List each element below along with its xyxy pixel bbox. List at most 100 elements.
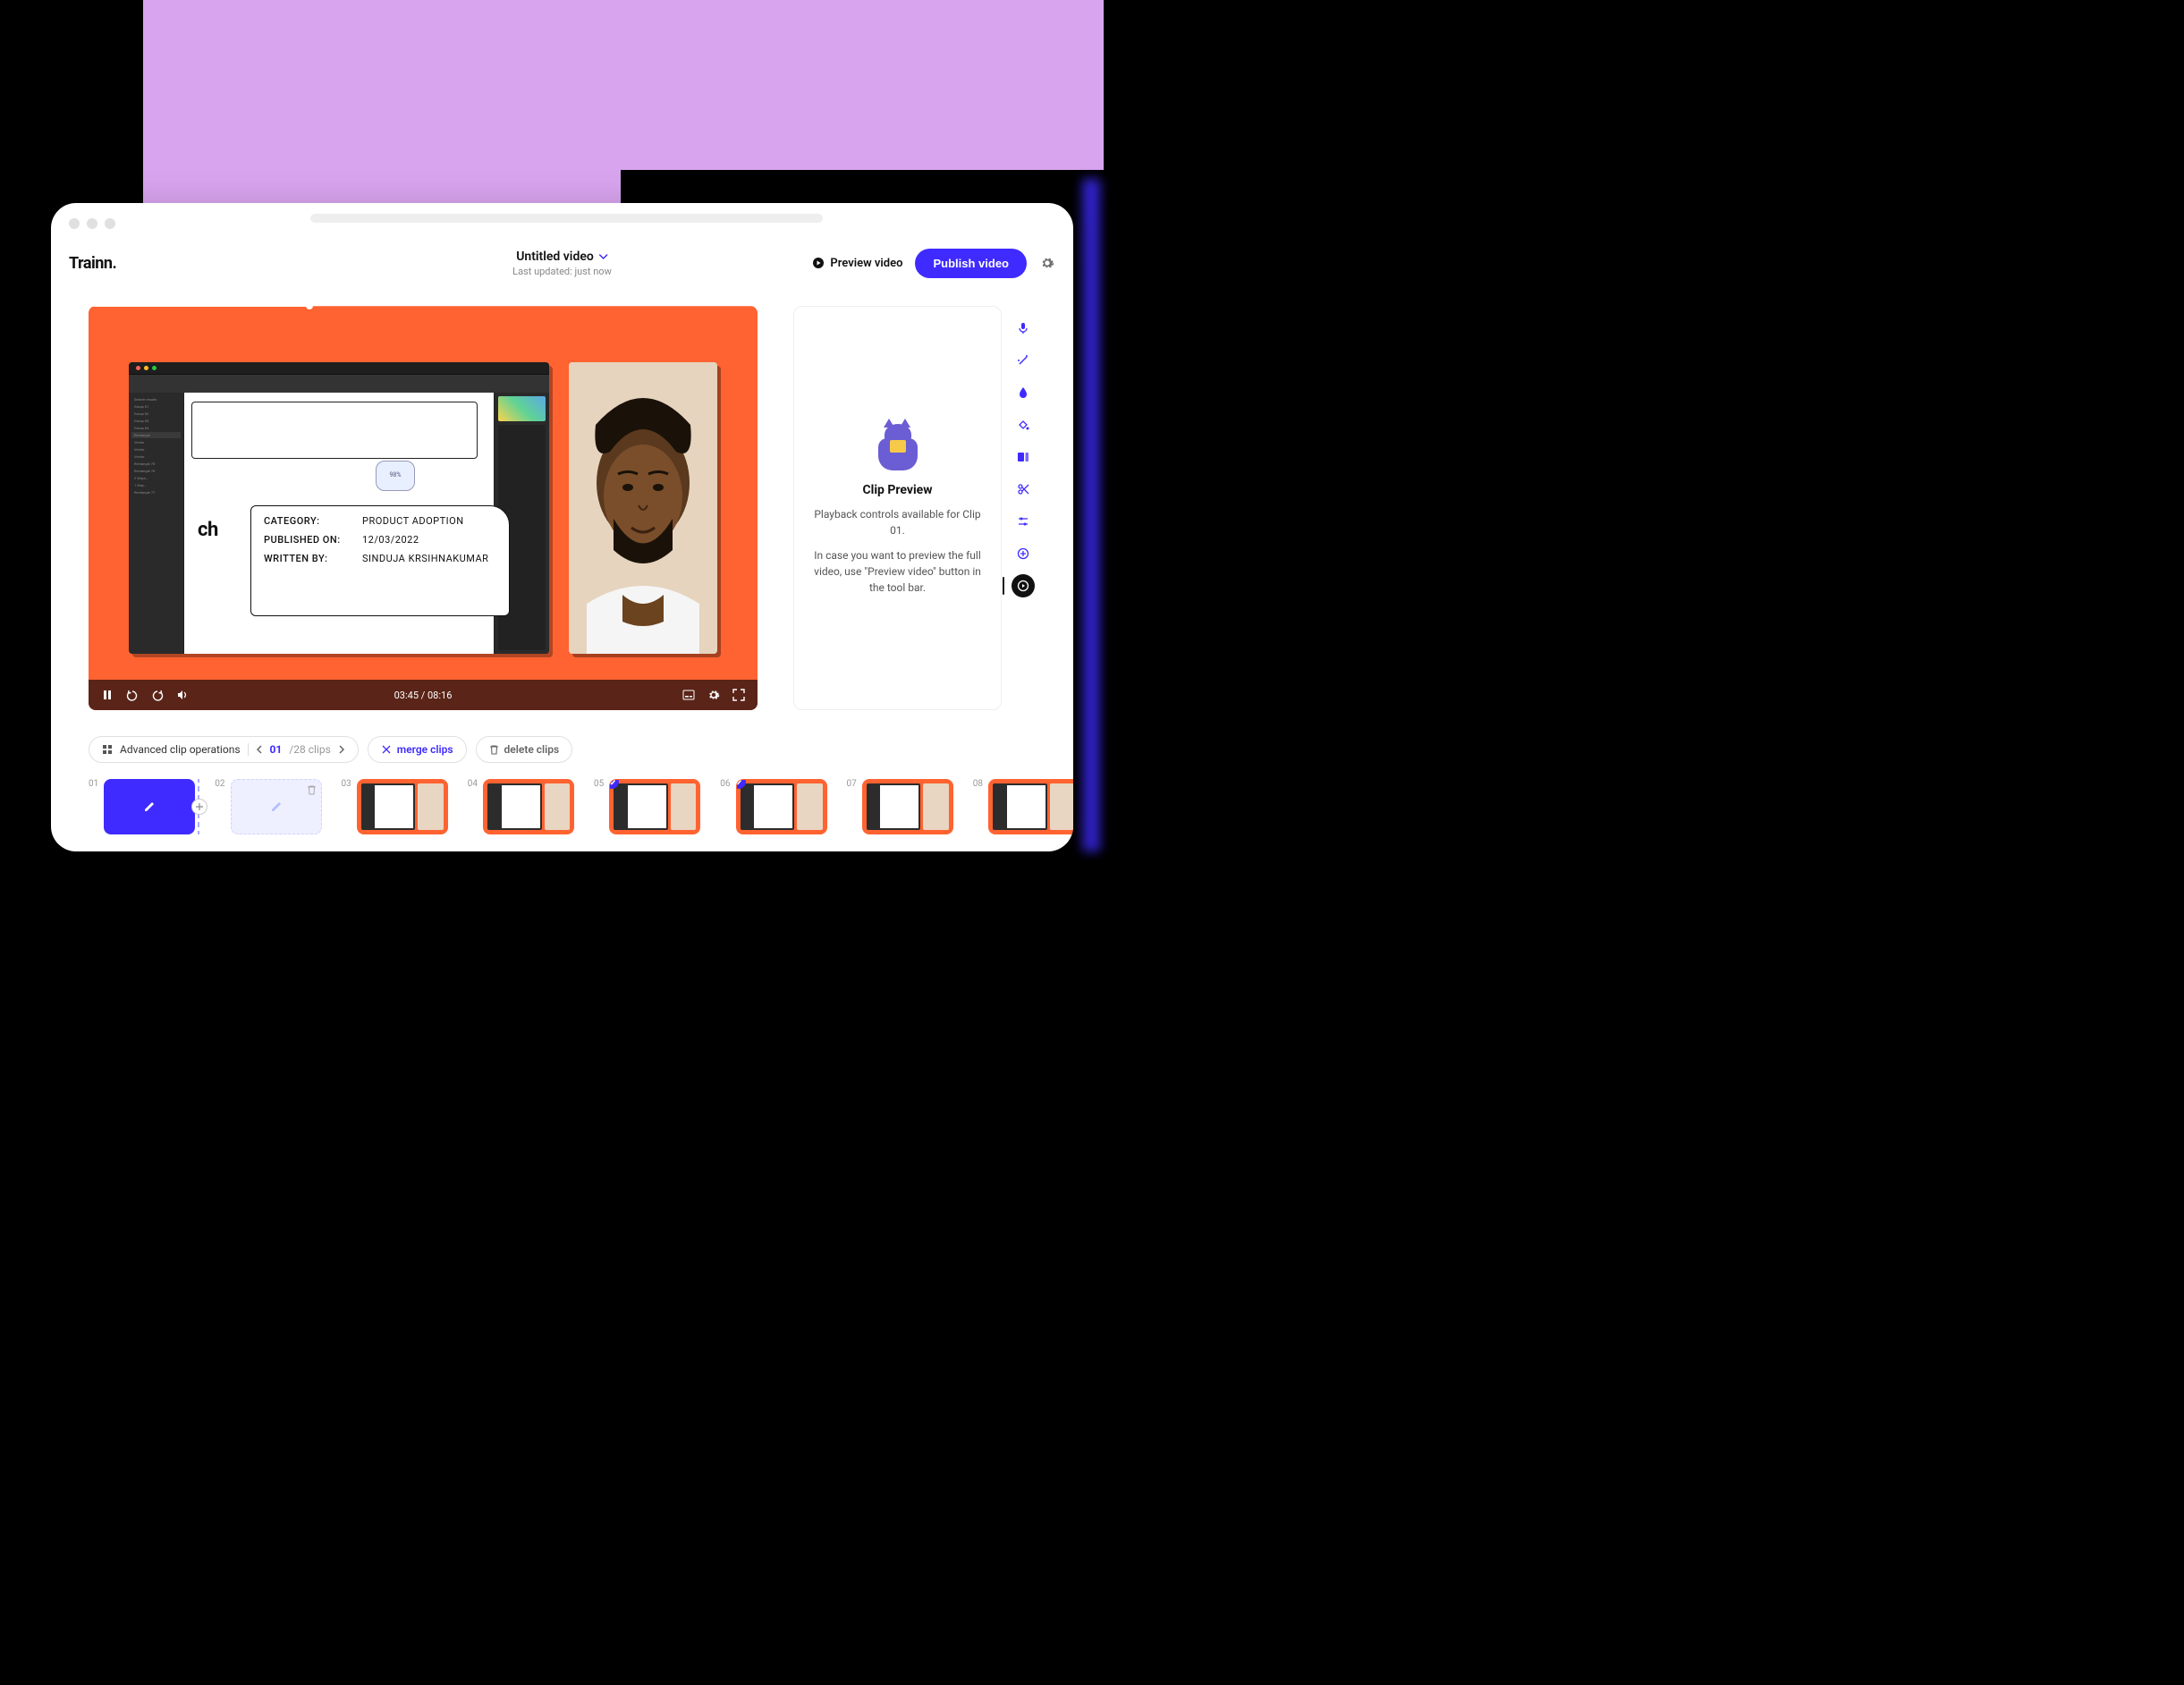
app-window: Trainn Untitled video Last updated: just… xyxy=(51,203,1073,851)
clip-card-02[interactable] xyxy=(231,779,322,834)
clip-slot-06: 06 xyxy=(720,779,826,834)
layout-icon xyxy=(1017,451,1029,463)
delete-clips-button[interactable]: delete clips xyxy=(476,736,573,763)
clip-card-08[interactable] xyxy=(988,779,1073,834)
droplet-icon xyxy=(1017,386,1029,399)
title-block: Untitled video Last updated: just now xyxy=(512,250,612,277)
clips-row: 01 02 03 xyxy=(89,779,1073,834)
preview-video-label: Preview video xyxy=(830,257,902,270)
trash-icon xyxy=(307,784,317,795)
paint-bucket-icon xyxy=(1017,419,1029,431)
player-controls: 03:45 / 08:16 xyxy=(89,680,758,710)
trash-icon xyxy=(489,744,499,755)
settings-button[interactable] xyxy=(1039,255,1055,271)
tool-voice[interactable] xyxy=(1012,317,1035,340)
background-blue-glow xyxy=(1082,179,1100,851)
clip-slot-03: 03 xyxy=(342,779,448,834)
sliders-icon xyxy=(1017,515,1029,528)
merge-clips-label: merge clips xyxy=(397,743,453,756)
window-titlebar xyxy=(51,203,1073,244)
preview-video-link[interactable]: Preview video xyxy=(812,257,902,270)
clip-card-04[interactable] xyxy=(483,779,574,834)
play-outline-icon xyxy=(1017,580,1029,592)
video-title[interactable]: Untitled video xyxy=(516,250,594,264)
brand-logo: Trainn xyxy=(69,254,116,273)
current-clip-number: 01 xyxy=(270,743,283,756)
tool-adjust[interactable] xyxy=(1012,510,1035,533)
clip-slot-08: 08 xyxy=(973,779,1073,834)
player-thumb[interactable] xyxy=(306,306,313,309)
clip-card-03[interactable] xyxy=(357,779,448,834)
chevron-right-icon xyxy=(338,745,345,754)
prev-clip-button[interactable] xyxy=(256,745,263,754)
screen-recording-preview: Search results Group 01 Group 02 Group 0… xyxy=(129,362,549,654)
traffic-close[interactable] xyxy=(69,218,80,229)
next-clip-button[interactable] xyxy=(338,745,345,754)
clip-number: 07 xyxy=(847,779,857,789)
clip-preview-title: Clip Preview xyxy=(862,483,932,497)
advanced-ops-label: Advanced clip operations xyxy=(120,743,241,756)
gear-icon xyxy=(1040,256,1054,270)
tool-preview[interactable] xyxy=(1012,574,1035,597)
fullscreen-button[interactable] xyxy=(732,689,745,701)
traffic-lights xyxy=(69,218,115,229)
url-bar[interactable] xyxy=(310,214,823,223)
stat-badge: 98% xyxy=(376,461,415,491)
scissors-icon xyxy=(1017,483,1029,495)
forward-button[interactable] xyxy=(151,689,164,701)
rewind-button[interactable] xyxy=(126,689,139,701)
chevron-down-icon[interactable] xyxy=(599,252,608,261)
traffic-min[interactable] xyxy=(87,218,97,229)
meta-heading: ch xyxy=(198,519,218,541)
edit-icon xyxy=(142,800,157,814)
total-clips: /28 clips xyxy=(289,743,330,756)
clip-delete-button[interactable] xyxy=(307,784,317,795)
tool-layout[interactable] xyxy=(1012,445,1035,469)
clip-number: 06 xyxy=(720,779,730,789)
merge-icon xyxy=(381,744,392,755)
tool-add[interactable] xyxy=(1012,542,1035,565)
player-track-fill xyxy=(89,306,309,307)
clip-number: 04 xyxy=(468,779,478,789)
video-player: Search results Group 01 Group 02 Group 0… xyxy=(89,306,758,710)
clip-number: 03 xyxy=(342,779,351,789)
clip-slot-02: 02 xyxy=(215,779,321,834)
clip-slot-04: 04 xyxy=(468,779,574,834)
tool-fill[interactable] xyxy=(1012,413,1035,436)
clip-number: 05 xyxy=(594,779,604,789)
microphone-icon xyxy=(1017,322,1029,334)
advanced-icon xyxy=(102,744,113,755)
publish-button[interactable]: Publish video xyxy=(915,249,1027,278)
clip-slot-01: 01 xyxy=(89,779,195,834)
clip-slot-07: 07 xyxy=(847,779,953,834)
pause-button[interactable] xyxy=(101,689,114,701)
captions-button[interactable] xyxy=(682,689,695,701)
clip-number: 02 xyxy=(215,779,224,789)
cat-illustration xyxy=(873,420,923,470)
chevron-left-icon xyxy=(256,745,263,754)
merge-clips-button[interactable]: merge clips xyxy=(368,736,467,763)
clip-slot-05: 05 xyxy=(594,779,700,834)
clip-card-01[interactable] xyxy=(104,779,195,834)
clip-preview-text-2: In case you want to preview the full vid… xyxy=(812,547,983,596)
player-settings-button[interactable] xyxy=(707,689,720,701)
advanced-ops-chip[interactable]: Advanced clip operations 01 /28 clips xyxy=(89,736,359,763)
wand-icon xyxy=(1017,354,1029,367)
tool-blur[interactable] xyxy=(1012,381,1035,404)
volume-button[interactable] xyxy=(176,689,189,701)
clip-card-05[interactable] xyxy=(609,779,700,834)
tool-rail xyxy=(1011,306,1036,710)
tool-wand[interactable] xyxy=(1012,349,1035,372)
clip-number: 08 xyxy=(973,779,983,789)
clip-card-07[interactable] xyxy=(862,779,953,834)
add-clip-button[interactable] xyxy=(191,799,207,815)
person-portrait xyxy=(569,362,717,654)
traffic-max[interactable] xyxy=(105,218,115,229)
clip-preview-text-1: Playback controls available for Clip 01. xyxy=(812,506,983,538)
clip-card-06[interactable] xyxy=(736,779,827,834)
meta-card: ch CATEGORY: PRODUCT ADOPTION PUBLISHED … xyxy=(250,505,510,616)
webcam-preview xyxy=(569,362,717,654)
tool-cut[interactable] xyxy=(1012,478,1035,501)
plus-circle-icon xyxy=(1017,547,1029,560)
app-header: Trainn Untitled video Last updated: just… xyxy=(51,244,1073,282)
